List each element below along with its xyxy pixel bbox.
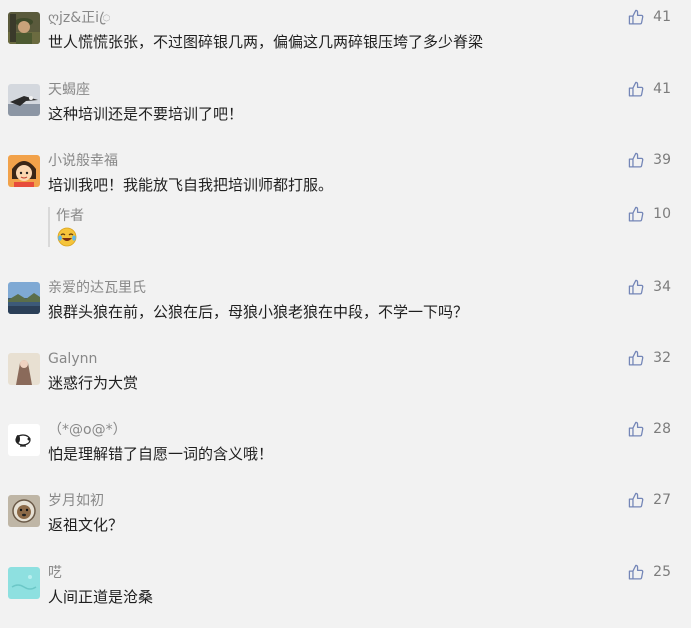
like-button[interactable]: 41	[628, 80, 671, 98]
avatar[interactable]	[8, 282, 40, 314]
avatar[interactable]	[8, 353, 40, 385]
thumbs-up-icon	[628, 9, 644, 25]
thumbs-up-icon	[628, 421, 644, 437]
laughing-crying-emoji-icon	[57, 227, 77, 247]
thumbs-up-icon	[628, 81, 644, 97]
avatar[interactable]	[8, 12, 40, 44]
avatar[interactable]	[8, 567, 40, 599]
like-count: 32	[653, 350, 671, 366]
comment-text: 迷惑行为大赏	[48, 374, 139, 392]
thumbs-up-icon	[628, 492, 644, 508]
commenter-name[interactable]: ღjz&正iꦿ	[48, 9, 111, 27]
comment-text: 返祖文化？	[48, 516, 124, 534]
thumbs-up-icon	[628, 152, 644, 168]
comment-text: 世人慌慌张张，不过图碎银几两，偏偏这几两碎银压垮了多少脊梁	[48, 33, 484, 51]
reply-author-label: 作者	[56, 208, 84, 224]
comment-text: 狼群头狼在前，公狼在后，母狼小狼老狼在中段，不学一下吗？	[48, 303, 469, 321]
thumbs-up-icon	[628, 279, 644, 295]
like-count: 41	[653, 81, 671, 97]
commenter-name[interactable]: 小说般幸福	[48, 152, 118, 170]
comment-text: 怕是理解错了自愿一词的含义哦！	[48, 445, 274, 463]
like-count: 34	[653, 279, 671, 295]
commenter-name[interactable]: Galynn	[48, 350, 97, 368]
thumbs-up-icon	[628, 350, 644, 366]
reply-divider	[48, 207, 50, 247]
comment-text: 这种培训还是不要培训了吧！	[48, 105, 244, 123]
avatar[interactable]	[8, 495, 40, 527]
commenter-name[interactable]: 呓	[48, 564, 62, 582]
commenter-name[interactable]: 天蝎座	[48, 81, 90, 99]
like-count: 28	[653, 421, 671, 437]
thumbs-up-icon	[628, 564, 644, 580]
thumbs-up-icon	[628, 206, 644, 222]
like-count: 10	[653, 206, 671, 222]
avatar[interactable]	[8, 84, 40, 116]
like-button[interactable]: 39	[628, 151, 671, 169]
reply-like-button[interactable]: 10	[628, 205, 671, 223]
like-count: 39	[653, 152, 671, 168]
commenter-name[interactable]: 亲爱的达瓦里氏	[48, 279, 146, 297]
comment-text: 培训我吧！我能放飞自我把培训师都打服。	[48, 176, 334, 194]
comment-text: 人间正道是沧桑	[48, 588, 154, 606]
like-button[interactable]: 27	[628, 491, 671, 509]
like-button[interactable]: 28	[628, 420, 671, 438]
commenter-name[interactable]: （*@o@*）	[48, 421, 127, 439]
like-button[interactable]: 34	[628, 278, 671, 296]
like-button[interactable]: 41	[628, 8, 671, 26]
like-button[interactable]: 25	[628, 563, 671, 581]
like-button[interactable]: 32	[628, 349, 671, 367]
like-count: 27	[653, 492, 671, 508]
avatar[interactable]	[8, 155, 40, 187]
commenter-name[interactable]: 岁月如初	[48, 492, 104, 510]
like-count: 41	[653, 9, 671, 25]
avatar[interactable]	[8, 424, 40, 456]
like-count: 25	[653, 564, 671, 580]
